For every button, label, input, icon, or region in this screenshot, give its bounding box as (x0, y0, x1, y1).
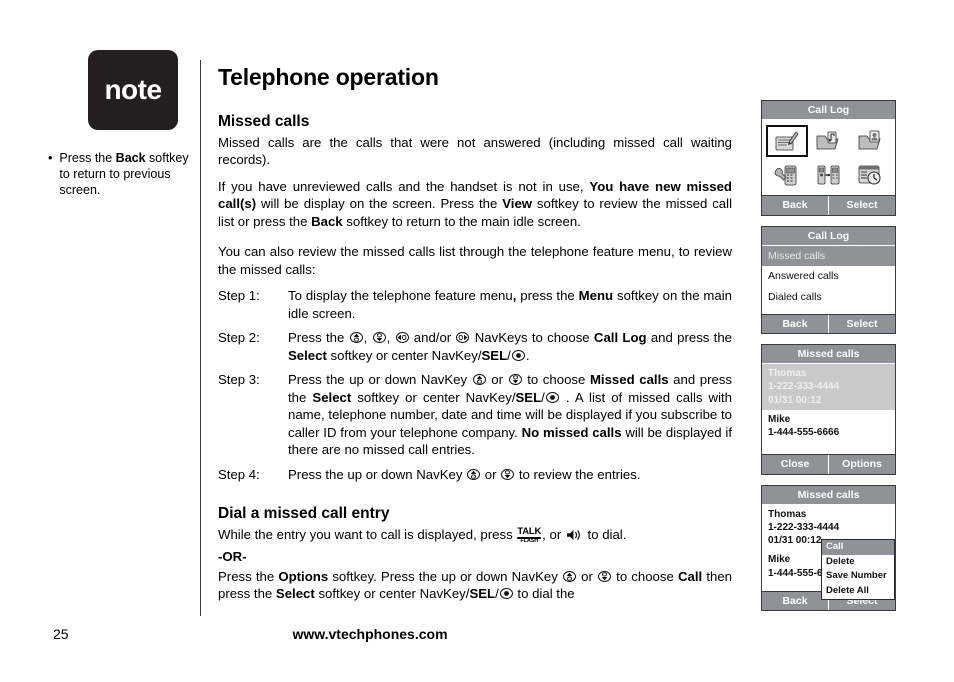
step-item-4: Step 4: Press the up or down NavKey or t… (218, 466, 732, 484)
call-log-icon[interactable] (766, 125, 808, 158)
main-content: Telephone operation Missed calls Missed … (218, 64, 732, 612)
list-item-call-entry[interactable]: Thomas 1-222-333-4444 01/31 00:12 (762, 364, 895, 410)
navkey-up-icon (562, 570, 576, 582)
step-body-2: Press the , , and/or NavKeys to choose C… (288, 330, 732, 363)
footer-website: www.vtechphones.com (292, 626, 448, 642)
call-log-icon-grid (762, 120, 895, 195)
navkey-down-icon (598, 570, 611, 582)
softkey-select[interactable]: Select (829, 315, 895, 334)
step-label-4: Step 4: (218, 466, 260, 482)
navkey-up-icon (472, 374, 486, 386)
screen-title: Call Log (762, 101, 895, 121)
softkey-bar: Close Options (762, 454, 895, 474)
note-bullet-list: • Press the Back softkey to return to pr… (48, 150, 198, 198)
section-heading-missed-calls: Missed calls (218, 113, 310, 130)
talk-flash-key-icon: TALK FLASH (517, 525, 542, 545)
menu-item-save-number[interactable]: Save Number (822, 569, 894, 584)
page-title: Telephone operation (218, 64, 439, 90)
softkey-back[interactable]: Back (762, 314, 829, 334)
missed-calls-entry-list: Thomas 1-222-333-4444 01/31 00:12 Mike 1… (762, 504, 895, 600)
navkey-left-icon (395, 332, 409, 344)
step-body-1: To display the telephone feature menu, p… (288, 287, 733, 321)
missed-calls-entry-list: Thomas 1-222-333-4444 01/31 00:12 Mike 1… (762, 364, 895, 455)
navkey-up-icon (467, 468, 481, 480)
entry-number: 1-444-555-6666 (768, 426, 840, 438)
softkey-options[interactable]: Options (829, 455, 895, 474)
phone-screen-missed-calls-options: Missed calls Thomas 1-222-333-4444 01/31… (761, 484, 896, 612)
bullet-dot-icon: • (48, 151, 53, 165)
voicemail-folder-icon[interactable] (809, 126, 849, 156)
step-item-2: Step 2: Press the , , and/or NavKeys to … (218, 329, 732, 364)
softkey-back[interactable]: Back (762, 591, 829, 611)
note-bullet-text: Press the Back softkey to return to prev… (59, 151, 189, 197)
phone-screen-call-log-menu: Call Log Back Select (761, 100, 896, 216)
list-item-call-entry[interactable]: Mike 1-444-555-6666 (762, 409, 895, 443)
softkey-bar: Back Select (762, 195, 895, 215)
navkey-up-icon (349, 332, 363, 344)
step-label-1: Step 1: (218, 287, 260, 303)
entry-datetime: 01/31 00:12 (768, 394, 822, 406)
phone-screen-call-log-list: Call Log Missed calls Answered calls Dia… (761, 225, 896, 335)
screen-title: Missed calls (762, 345, 895, 365)
note-badge: note (88, 50, 178, 130)
entry-name: Mike (768, 413, 791, 425)
screen-title: Missed calls (762, 485, 895, 505)
screen-title: Call Log (762, 226, 895, 246)
step-body-4: Press the up or down NavKey or to review… (288, 466, 641, 482)
handset-settings-icon[interactable] (767, 160, 807, 190)
note-bullet-item: • Press the Back softkey to return to pr… (48, 150, 198, 198)
column-divider (200, 60, 201, 616)
navkey-down-icon (501, 468, 515, 480)
handset-registration-icon[interactable] (809, 160, 849, 190)
list-item-dialed-calls[interactable]: Dialed calls (762, 286, 895, 308)
paragraph-feature-menu-intro: You can also review the missed calls lis… (218, 244, 732, 277)
paragraph-dial-instruction: While the entry you want to call is disp… (218, 525, 627, 545)
entry-name: Thomas (768, 508, 807, 520)
entry-number: 1-222-333-4444 (768, 381, 840, 393)
phonebook-folder-icon[interactable] (850, 126, 890, 156)
softkey-select[interactable]: Select (829, 196, 895, 215)
list-item-answered-calls[interactable]: Answered calls (762, 266, 895, 287)
navkey-right-icon (456, 332, 470, 344)
or-separator-label: -OR- (218, 548, 247, 564)
step-item-3: Step 3: Press the up or down NavKey or t… (218, 371, 732, 459)
step-label-3: Step 3: (218, 372, 260, 388)
section-heading-dial-missed-call: Dial a missed call entry (218, 505, 390, 523)
manual-page: note • Press the Back softkey to return … (0, 0, 954, 682)
note-badge-label: note (104, 74, 162, 105)
clock-alarm-icon[interactable] (850, 160, 890, 190)
navkey-center-select-icon (545, 390, 559, 403)
screen-illustrations: Call Log Back Select Call Log Missed cal… (761, 100, 898, 621)
softkey-back[interactable]: Back (762, 196, 829, 215)
menu-item-call[interactable]: Call (822, 539, 894, 555)
softkey-bar: Back Select (762, 313, 895, 334)
step-list: Step 1: To display the telephone feature… (218, 287, 732, 483)
navkey-down-icon (508, 374, 522, 386)
navkey-center-select-icon (499, 586, 513, 600)
navkey-down-icon (372, 332, 386, 344)
phone-screen-missed-calls-list: Missed calls Thomas 1-222-333-4444 01/31… (761, 344, 896, 475)
note-column: note • Press the Back softkey to return … (48, 50, 198, 198)
speakerphone-icon (566, 528, 583, 541)
entry-number: 1-222-333-4444 (768, 521, 840, 533)
menu-item-delete-all[interactable]: Delete All (822, 584, 894, 599)
step-label-2: Step 2: (218, 330, 260, 346)
softkey-close[interactable]: Close (762, 455, 829, 474)
paragraph-missed-calls-definition: Missed calls are the calls that were not… (218, 135, 732, 168)
paragraph-options-dial: Press the Options softkey. Press the up … (218, 568, 732, 602)
menu-item-delete[interactable]: Delete (822, 555, 894, 570)
paragraph-unreviewed-calls: If you have unreviewed calls and the han… (218, 178, 732, 229)
call-log-option-list: Missed calls Answered calls Dialed calls (762, 245, 895, 314)
options-popup-menu: Call Delete Save Number Delete All (821, 538, 895, 600)
navkey-center-select-icon (511, 348, 525, 361)
list-item-missed-calls[interactable]: Missed calls (762, 245, 895, 267)
entry-name: Thomas (768, 368, 807, 380)
step-item-1: Step 1: To display the telephone feature… (218, 287, 732, 322)
step-body-3: Press the up or down NavKey or to choose… (288, 372, 733, 458)
